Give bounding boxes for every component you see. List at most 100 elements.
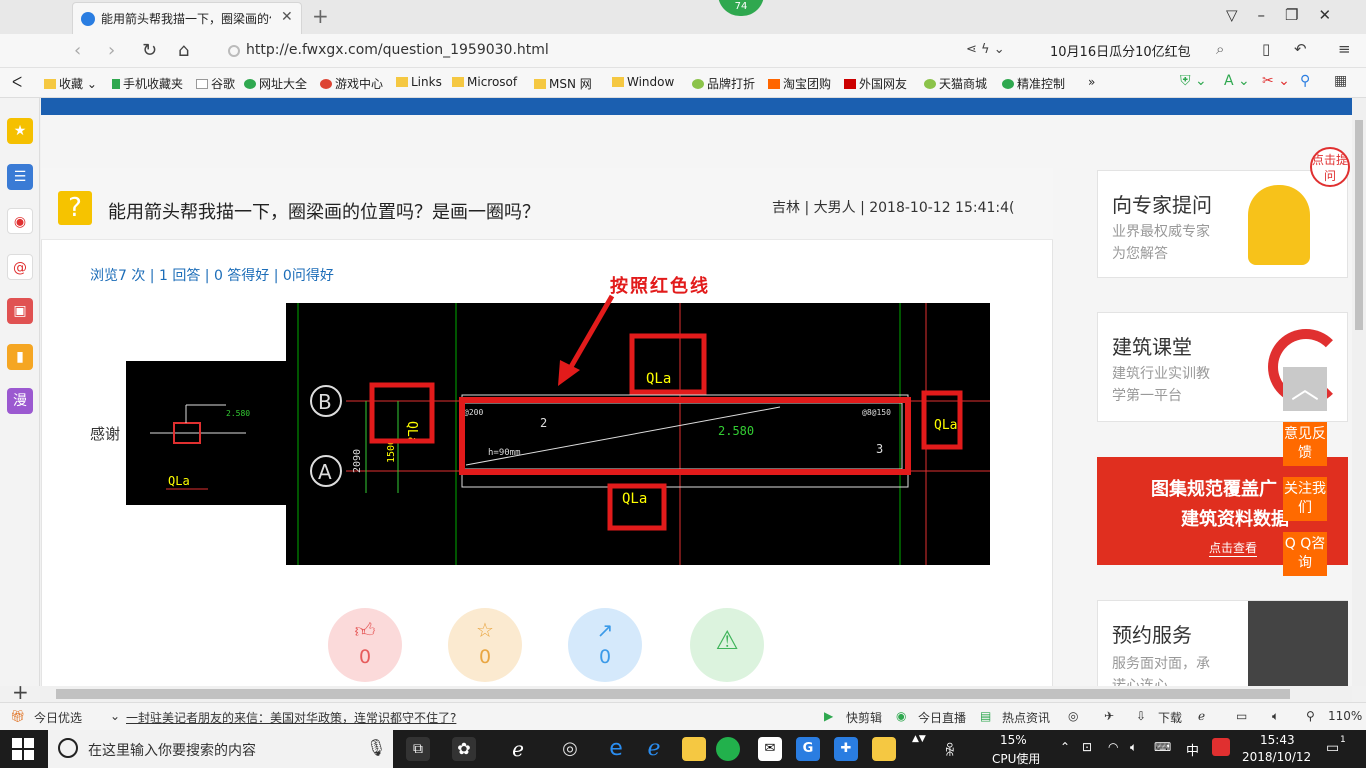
mail-icon[interactable]: @: [7, 254, 33, 280]
windows-start-icon[interactable]: [12, 738, 34, 760]
follow-button[interactable]: 关注我们: [1283, 477, 1327, 521]
fav-item[interactable]: 游戏中心: [320, 75, 383, 92]
home-icon[interactable]: ⌂: [178, 40, 189, 61]
ime-s-icon[interactable]: [1212, 738, 1230, 756]
expert-card[interactable]: 向专家提问 业界最权威专家 为您解答 点击提问: [1097, 147, 1350, 278]
vertical-scroll-thumb[interactable]: [1355, 120, 1363, 330]
fav-item[interactable]: Links: [396, 75, 442, 89]
fav-item[interactable]: MSN 网: [534, 75, 592, 92]
network-icon[interactable]: ⊡: [1082, 740, 1092, 754]
fav-item[interactable]: 收藏 ⌄: [44, 75, 97, 92]
360-browser-icon[interactable]: [716, 737, 740, 761]
edge-app-icon[interactable]: e: [604, 737, 628, 761]
clock-time[interactable]: 15:43: [1260, 733, 1295, 747]
notebook-icon[interactable]: ▮: [7, 344, 33, 370]
back-icon[interactable]: ‹: [74, 40, 81, 61]
site-info-icon[interactable]: [228, 45, 240, 57]
news-icon[interactable]: ☰: [7, 164, 33, 190]
tray-scroll-icon[interactable]: ▲▼: [912, 734, 926, 744]
ie-icon[interactable]: ℯ: [1198, 709, 1205, 723]
favorite-button[interactable]: ☆ 0: [448, 608, 522, 682]
more-favorites-icon[interactable]: »: [1088, 75, 1095, 89]
task-view-icon[interactable]: ⧉: [406, 737, 430, 761]
mobile-icon[interactable]: ▯: [1262, 40, 1270, 58]
zoom-level[interactable]: 110%: [1328, 709, 1362, 723]
fav-item[interactable]: 网址大全: [244, 75, 307, 92]
fav-item[interactable]: Microsof: [452, 75, 517, 89]
close-tab-icon[interactable]: ✕: [281, 9, 293, 25]
screenshot-icon[interactable]: ✂ ⌄: [1262, 73, 1290, 89]
chrome-app-icon[interactable]: ◎: [558, 737, 582, 761]
person-icon[interactable]: ꆜ: [944, 740, 956, 760]
wifi-icon[interactable]: ◠: [1108, 740, 1118, 754]
forward-icon[interactable]: ›: [108, 40, 115, 61]
question-stats[interactable]: 浏览7 次 | 1 回答 | 0 答得好 | 0问得好: [90, 265, 334, 285]
qq-button[interactable]: Q Q咨询: [1283, 532, 1327, 576]
banner-button[interactable]: 点击查看: [1209, 539, 1258, 557]
game-icon[interactable]: ▣: [7, 298, 33, 324]
menu-icon[interactable]: ≡: [1338, 40, 1351, 58]
service-card[interactable]: 预约服务 服务面对面，承 诺心连心: [1097, 600, 1348, 689]
keyboard-icon[interactable]: ⌨: [1154, 740, 1171, 754]
fav-item[interactable]: 谷歌: [196, 75, 235, 92]
news-ticker[interactable]: 一封驻美记者朋友的来信：美国对华政策，连常识都守不住了?: [126, 709, 456, 726]
ask-bubble[interactable]: 点击提问: [1310, 147, 1350, 187]
download-link[interactable]: 下载: [1158, 709, 1182, 726]
report-button[interactable]: ⚠: [690, 608, 764, 682]
horizontal-scroll-thumb[interactable]: [56, 689, 1290, 699]
zoom-icon[interactable]: ⚲: [1306, 709, 1315, 723]
window-controls[interactable]: ▽–❐✕: [1226, 6, 1351, 24]
hot-link[interactable]: 热点资讯: [1002, 709, 1050, 726]
translate-icon[interactable]: A ⌄: [1224, 73, 1250, 89]
shield-icon[interactable]: ⛨ ⌄: [1180, 73, 1207, 89]
kuaijianji-link[interactable]: 快剪辑: [846, 709, 882, 726]
window-icon[interactable]: ▭: [1236, 709, 1247, 723]
volume-icon[interactable]: 🔈︎: [1130, 740, 1137, 755]
url-field[interactable]: http://e.fwxgx.com/question_1959030.html: [246, 42, 549, 58]
volume-icon[interactable]: 🔈︎: [1272, 709, 1279, 724]
taskbar-search[interactable]: 在这里输入你要搜索的内容 🎙︎: [48, 730, 393, 768]
fav-item[interactable]: 品牌打折: [692, 75, 755, 92]
g-app-icon[interactable]: G: [796, 737, 820, 761]
share-icon[interactable]: ⋖ ϟ ⌄: [966, 42, 1005, 57]
taskbar-search-input[interactable]: 在这里输入你要搜索的内容: [88, 740, 256, 760]
ie-browser-icon[interactable]: ℯ: [642, 737, 666, 761]
mail-app-icon[interactable]: ✉: [758, 737, 782, 761]
favorites-star-icon[interactable]: ★: [7, 118, 33, 144]
live-link[interactable]: 今日直播: [918, 709, 966, 726]
fav-item[interactable]: 外国网友: [844, 75, 907, 92]
fan-app-icon[interactable]: ✿: [452, 737, 476, 761]
notes-app-icon[interactable]: [872, 737, 896, 761]
plus-app-icon[interactable]: ✚: [834, 737, 858, 761]
clean-icon[interactable]: ◎: [1068, 709, 1078, 723]
refresh-icon[interactable]: ↻: [142, 40, 157, 61]
new-tab-button[interactable]: +: [312, 4, 329, 28]
ie-app-icon[interactable]: ℯ: [506, 737, 530, 761]
fav-item[interactable]: 手机收藏夹: [112, 75, 183, 92]
search-icon[interactable]: ⌕: [1216, 40, 1224, 58]
input-language[interactable]: 中: [1186, 740, 1199, 759]
fav-item[interactable]: 淘宝团购: [768, 75, 831, 92]
comic-icon[interactable]: 漫: [7, 388, 33, 414]
file-explorer-icon[interactable]: [682, 737, 706, 761]
share-button[interactable]: ↗ 0: [568, 608, 642, 682]
action-center-icon[interactable]: ▭: [1326, 740, 1339, 756]
fav-item[interactable]: 精准控制: [1002, 75, 1065, 92]
collapse-icon[interactable]: ᐸ: [12, 75, 22, 91]
browser-tab[interactable]: 能用箭头帮我描一下，圈梁画的位置吗？是画一圈吗？ ✕: [72, 2, 302, 34]
zoom-icon[interactable]: ⚲: [1300, 73, 1310, 89]
today-pick[interactable]: 今日优选: [34, 709, 82, 726]
fav-item[interactable]: 天猫商城: [924, 75, 987, 92]
search-box[interactable]: 10月16日瓜分10亿红包: [1050, 41, 1191, 60]
fav-item[interactable]: Window: [612, 75, 674, 89]
feedback-button[interactable]: 意见反馈: [1283, 422, 1327, 466]
add-sidebar-icon[interactable]: +: [12, 680, 29, 704]
like-button[interactable]: 👍︎ 0: [328, 608, 402, 682]
clock-date[interactable]: 2018/10/12: [1242, 750, 1311, 764]
undo-icon[interactable]: ↶: [1294, 40, 1307, 58]
apps-icon[interactable]: ▦: [1334, 73, 1347, 89]
microphone-icon[interactable]: 🎙︎: [366, 738, 386, 757]
weibo-icon[interactable]: ◉: [7, 208, 33, 234]
back-to-top-icon[interactable]: ︿: [1283, 367, 1327, 411]
pin-icon[interactable]: ✈: [1104, 709, 1114, 723]
